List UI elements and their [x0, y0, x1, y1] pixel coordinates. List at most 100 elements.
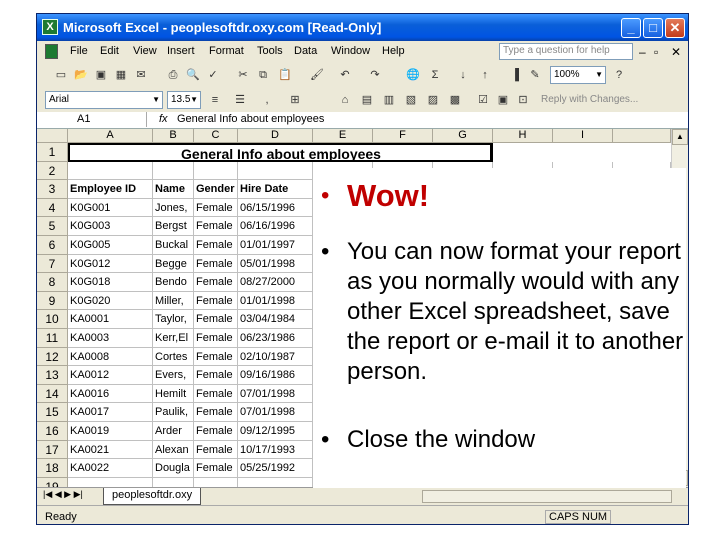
doc-restore-icon[interactable]: ▫ [654, 45, 658, 59]
cell[interactable]: 02/10/1987 [238, 347, 313, 367]
row-header[interactable]: 6 [37, 236, 68, 255]
review-icon[interactable]: ▤ [359, 92, 375, 108]
cell[interactable]: KA0016 [68, 384, 153, 404]
select-all-corner[interactable] [37, 129, 68, 143]
cell[interactable]: 03/04/1984 [238, 310, 313, 329]
column-header-g[interactable]: G [433, 129, 493, 143]
menu-format[interactable]: Format [209, 45, 244, 57]
cell[interactable] [238, 161, 313, 181]
font-select[interactable]: Arial ▼ [45, 91, 163, 109]
close-window-button[interactable]: ✕ [665, 18, 685, 38]
row-header[interactable]: 1 [37, 143, 68, 162]
cell[interactable]: K0G020 [68, 291, 153, 311]
cell[interactable]: Female [194, 198, 238, 218]
review-icon[interactable]: ⌂ [337, 92, 353, 108]
cell[interactable]: Alexan [153, 440, 194, 460]
cell[interactable]: Female [194, 236, 238, 255]
sort-ascending-icon[interactable]: ↓ [455, 67, 471, 83]
sort-descending-icon[interactable]: ↑ [477, 67, 493, 83]
column-header-c[interactable]: C [194, 129, 238, 143]
email-icon[interactable]: ✉ [133, 67, 149, 83]
row-header[interactable]: 15 [37, 403, 68, 422]
column-header-h[interactable]: H [493, 129, 553, 143]
cell[interactable]: K0G018 [68, 273, 153, 292]
fx-icon[interactable]: fx [159, 113, 168, 125]
print-icon[interactable]: ⎙ [165, 67, 181, 83]
column-header-f[interactable]: F [373, 129, 433, 143]
open-icon[interactable]: 📂 [73, 67, 89, 83]
column-header-b[interactable]: B [153, 129, 194, 143]
row-header[interactable]: 16 [37, 422, 68, 441]
cell[interactable] [238, 477, 313, 487]
comma-style-icon[interactable]: , [259, 92, 275, 108]
column-title-cell[interactable]: Hire Date [238, 180, 313, 199]
doc-minimize-icon[interactable]: – [639, 45, 646, 59]
cell[interactable]: 05/01/1998 [238, 254, 313, 274]
menu-window[interactable]: Window [331, 45, 370, 57]
drawing-icon[interactable]: ✎ [527, 67, 543, 83]
cell[interactable] [68, 477, 153, 487]
row-header[interactable]: 7 [37, 254, 68, 274]
cell[interactable]: Female [194, 310, 238, 329]
undo-icon[interactable]: ↶ [337, 67, 353, 83]
review-icon[interactable]: ▩ [447, 92, 463, 108]
cell[interactable]: Female [194, 329, 238, 348]
tab-nav-icons[interactable]: |◀ ◀ ▶ ▶| [43, 489, 83, 500]
cell[interactable]: KA0003 [68, 329, 153, 348]
column-title-cell[interactable]: Name [153, 180, 194, 199]
cell[interactable]: Buckal [153, 236, 194, 255]
cell[interactable] [153, 161, 194, 181]
redo-icon[interactable]: ↷ [367, 67, 383, 83]
align-center-icon[interactable]: ☰ [232, 92, 248, 108]
cell[interactable]: Female [194, 422, 238, 441]
cell[interactable]: Bendo [153, 273, 194, 292]
row-header[interactable]: 2 [37, 161, 68, 181]
minimize-button[interactable]: _ [621, 18, 641, 38]
cell[interactable]: 01/01/1998 [238, 291, 313, 311]
cell[interactable]: K0G005 [68, 236, 153, 255]
cell[interactable]: Paulik, [153, 403, 194, 422]
cell[interactable]: KA0019 [68, 422, 153, 441]
autosum-icon[interactable]: Σ [427, 67, 443, 83]
row-header[interactable]: 17 [37, 440, 68, 460]
cell[interactable]: 09/16/1986 [238, 366, 313, 385]
menu-insert[interactable]: Insert [167, 45, 195, 57]
cell[interactable]: Cortes [153, 347, 194, 367]
cell[interactable]: Kerr,El [153, 329, 194, 348]
formula-input[interactable]: General Info about employees [177, 113, 324, 125]
cell[interactable]: Miller, [153, 291, 194, 311]
cell[interactable]: 05/25/1992 [238, 459, 313, 478]
row-header[interactable]: 8 [37, 273, 68, 292]
review-icon[interactable]: ▨ [425, 92, 441, 108]
cell[interactable]: Female [194, 254, 238, 274]
reply-with-changes-button[interactable]: Reply with Changes... [541, 92, 661, 108]
cell[interactable] [153, 477, 194, 487]
row-header[interactable]: 19 [37, 477, 68, 487]
spelling-icon[interactable]: ✓ [205, 67, 221, 83]
column-title-cell[interactable]: Employee ID [68, 180, 153, 199]
format-painter-icon[interactable]: 🖌 [309, 67, 325, 83]
row-header[interactable]: 3 [37, 180, 68, 199]
print-preview-icon[interactable]: 🔍 [185, 67, 201, 83]
menu-view[interactable]: View [133, 45, 157, 57]
cell[interactable]: 01/01/1997 [238, 236, 313, 255]
cell[interactable]: 09/12/1995 [238, 422, 313, 441]
row-header[interactable]: 4 [37, 198, 68, 218]
cell[interactable]: Hemilt [153, 384, 194, 404]
row-header[interactable]: 13 [37, 366, 68, 385]
review-icon[interactable]: ⊡ [515, 92, 531, 108]
align-left-icon[interactable]: ≡ [207, 92, 223, 108]
name-box[interactable]: A1 [39, 112, 147, 127]
column-header-partial[interactable] [613, 129, 671, 143]
cell[interactable]: Female [194, 273, 238, 292]
row-header[interactable]: 10 [37, 310, 68, 329]
maximize-button[interactable]: □ [643, 18, 663, 38]
cell[interactable]: Taylor, [153, 310, 194, 329]
cell[interactable]: 06/15/1996 [238, 198, 313, 218]
cell[interactable]: Female [194, 440, 238, 460]
cell[interactable]: K0G003 [68, 217, 153, 236]
hyperlink-icon[interactable]: 🌐 [405, 67, 421, 83]
title-bar[interactable]: X Microsoft Excel - peoplesoftdr.oxy.com… [37, 14, 688, 41]
save-icon[interactable]: ▣ [93, 67, 109, 83]
help-icon[interactable]: ? [611, 67, 627, 83]
